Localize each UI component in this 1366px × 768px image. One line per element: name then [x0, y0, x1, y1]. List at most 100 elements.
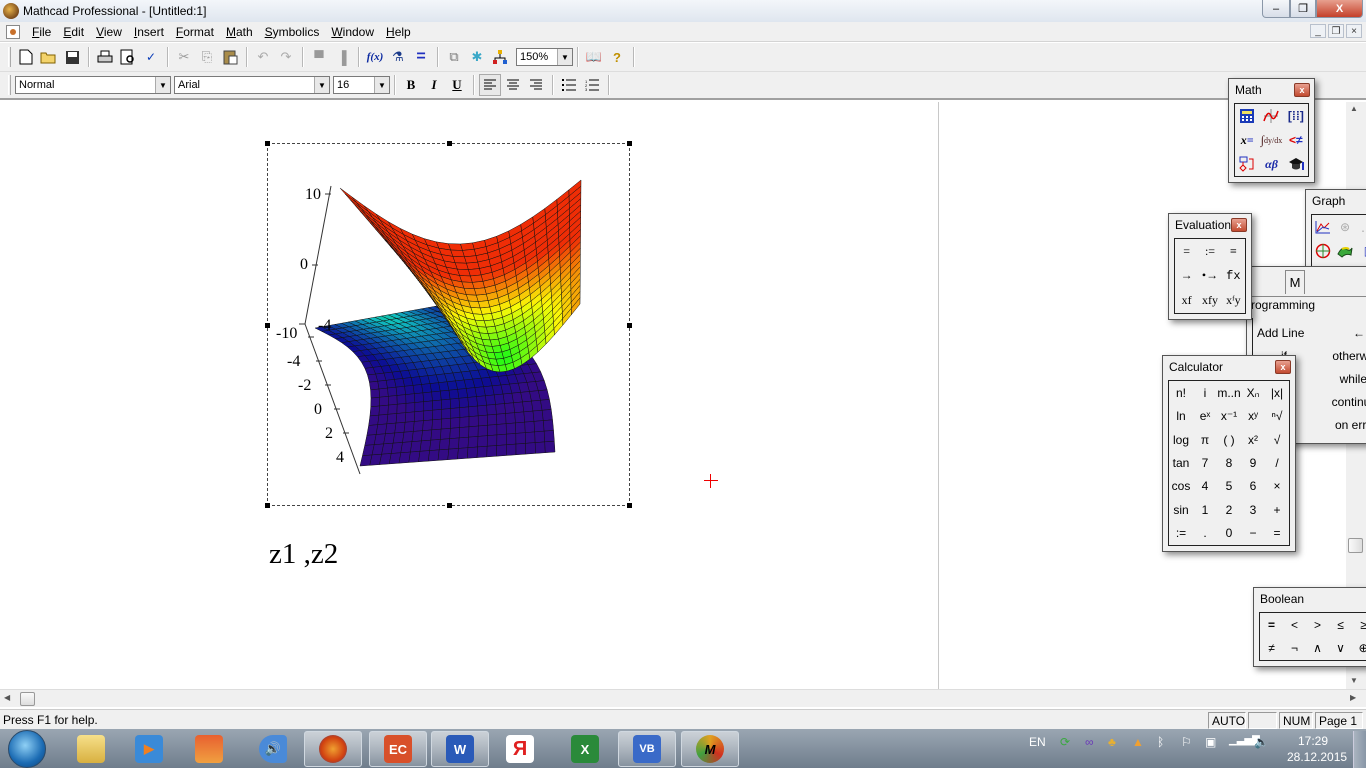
calculator-button[interactable]: i: [1193, 381, 1217, 404]
contour-plot-button[interactable]: ▯: [1356, 239, 1366, 263]
align-right-button[interactable]: [525, 74, 547, 96]
taskbar-media-player[interactable]: ▶: [120, 731, 178, 767]
resource-center-icon[interactable]: 📖: [583, 46, 605, 68]
close-icon[interactable]: x: [1275, 360, 1291, 374]
resize-handle[interactable]: [627, 141, 632, 146]
taskbar-network-app[interactable]: [180, 731, 238, 767]
insert-component-icon[interactable]: ⧉: [443, 46, 465, 68]
xy-plot-button[interactable]: [1312, 215, 1334, 239]
minimize-button[interactable]: –: [1262, 0, 1290, 18]
boolean-button[interactable]: <: [1283, 613, 1306, 637]
palette-title[interactable]: Boolean: [1254, 588, 1366, 610]
symbolic-evaluate-button[interactable]: →: [1175, 264, 1198, 289]
resize-handle[interactable]: [447, 503, 452, 508]
resize-handle[interactable]: [265, 323, 270, 328]
align-center-button[interactable]: [502, 74, 524, 96]
calculator-button[interactable]: x²: [1241, 428, 1265, 451]
calculator-button[interactable]: ln: [1169, 404, 1193, 427]
menu-symbolics[interactable]: Symbolics: [259, 25, 326, 39]
menu-edit[interactable]: Edit: [57, 25, 90, 39]
zoom-select[interactable]: 150% ▼: [516, 48, 573, 66]
calculator-button[interactable]: x⁻¹: [1217, 404, 1241, 427]
calculator-button[interactable]: eˣ: [1193, 404, 1217, 427]
copy-icon[interactable]: ⎘: [196, 46, 218, 68]
taskbar-yandex[interactable]: Я: [491, 731, 549, 767]
calculator-button[interactable]: 0: [1217, 522, 1241, 545]
evaluate-button[interactable]: =: [1175, 239, 1198, 264]
on-error-button[interactable]: on error: [1335, 418, 1366, 432]
numbering-button[interactable]: 123: [581, 74, 603, 96]
chevron-down-icon[interactable]: ▼: [374, 77, 389, 93]
font-select[interactable]: Arial ▼: [174, 76, 330, 94]
boolean-toolbar-button[interactable]: < ≠: [1284, 128, 1308, 152]
palette-tab[interactable]: M: [1285, 270, 1305, 294]
postfix-operator-button[interactable]: xf: [1175, 288, 1198, 313]
calc-mode-indicator[interactable]: AUTO: [1208, 712, 1246, 729]
cut-icon[interactable]: ✂: [173, 46, 195, 68]
chevron-down-icon[interactable]: ▼: [155, 77, 170, 93]
palette-title[interactable]: rogramming: [1251, 298, 1315, 312]
clock-time[interactable]: 17:29: [1298, 734, 1328, 748]
save-icon[interactable]: [61, 46, 83, 68]
doc-restore-button[interactable]: ❐: [1328, 24, 1344, 38]
calculator-button[interactable]: √: [1265, 428, 1289, 451]
horizontal-scrollbar[interactable]: ◀ ▶: [0, 689, 1366, 707]
italic-button[interactable]: I: [423, 74, 445, 96]
toolbar-grip[interactable]: [8, 75, 11, 95]
continue-button[interactable]: continue: [1332, 395, 1366, 409]
sync-icon[interactable]: ⟳: [1060, 735, 1070, 749]
calculator-button[interactable]: /: [1265, 451, 1289, 474]
taskbar-sound-app[interactable]: 🔊: [244, 731, 302, 767]
calculator-button[interactable]: 8: [1217, 451, 1241, 474]
print-preview-icon[interactable]: [117, 46, 139, 68]
local-assign-button[interactable]: ←: [1353, 326, 1365, 340]
boolean-button[interactable]: =: [1260, 613, 1283, 637]
open-icon[interactable]: [38, 46, 60, 68]
menu-math[interactable]: Math: [220, 25, 259, 39]
bold-button[interactable]: B: [400, 74, 422, 96]
bluetooth-icon[interactable]: ᛒ: [1157, 735, 1164, 749]
tray-app2-icon[interactable]: ▲: [1132, 735, 1144, 749]
prefix-operator-button[interactable]: fx: [1222, 264, 1245, 289]
calculator-button[interactable]: 6: [1241, 475, 1265, 498]
calculator-button[interactable]: m..n: [1217, 381, 1241, 404]
calculator-button[interactable]: log: [1169, 428, 1193, 451]
calculator-button[interactable]: 4: [1193, 475, 1217, 498]
calculator-button[interactable]: =: [1265, 522, 1289, 545]
evaluation-toolbar-button[interactable]: x =: [1235, 128, 1259, 152]
taskbar-firefox[interactable]: [304, 731, 362, 767]
boolean-button[interactable]: ⊕: [1352, 637, 1366, 661]
redo-icon[interactable]: ↷: [275, 46, 297, 68]
resize-handle[interactable]: [627, 323, 632, 328]
boolean-button[interactable]: ∨: [1329, 637, 1352, 661]
calculator-button[interactable]: ⁿ√: [1265, 404, 1289, 427]
calculate-icon[interactable]: =: [410, 46, 432, 68]
spell-check-icon[interactable]: ✓: [140, 46, 162, 68]
power-icon[interactable]: ▣: [1205, 735, 1216, 749]
new-icon[interactable]: [15, 46, 37, 68]
treefix-operator-button[interactable]: xᶠy: [1222, 288, 1245, 313]
programming-toolbar-button[interactable]: [1235, 152, 1259, 176]
vertical-scroll-thumb[interactable]: [1348, 538, 1363, 553]
underline-button[interactable]: U: [446, 74, 468, 96]
paste-icon[interactable]: [219, 46, 241, 68]
calculus-toolbar-button[interactable]: ∫ dy/dx: [1259, 128, 1283, 152]
language-indicator[interactable]: EN: [1029, 735, 1046, 749]
chevron-down-icon[interactable]: ▼: [314, 77, 329, 93]
scroll-down-arrow-icon[interactable]: ▼: [1350, 676, 1358, 685]
polar-plot-icon[interactable]: [1312, 239, 1334, 263]
resize-handle[interactable]: [627, 503, 632, 508]
insert-unit-icon[interactable]: ⚗: [387, 46, 409, 68]
polar-plot-button[interactable]: ⊛: [1334, 215, 1356, 239]
taskbar-excel[interactable]: X: [556, 731, 614, 767]
resize-handle[interactable]: [265, 503, 270, 508]
taskbar-powerpoint[interactable]: EC: [369, 731, 427, 767]
chevron-down-icon[interactable]: ▼: [557, 49, 572, 65]
calculator-button[interactable]: |x|: [1265, 381, 1289, 404]
volume-icon[interactable]: 🔈: [1254, 735, 1269, 749]
menu-help[interactable]: Help: [380, 25, 417, 39]
doc-minimize-button[interactable]: _: [1310, 24, 1326, 38]
boolean-button[interactable]: ≤: [1329, 613, 1352, 637]
undo-icon[interactable]: ↶: [252, 46, 274, 68]
calculator-button[interactable]: ( ): [1217, 428, 1241, 451]
